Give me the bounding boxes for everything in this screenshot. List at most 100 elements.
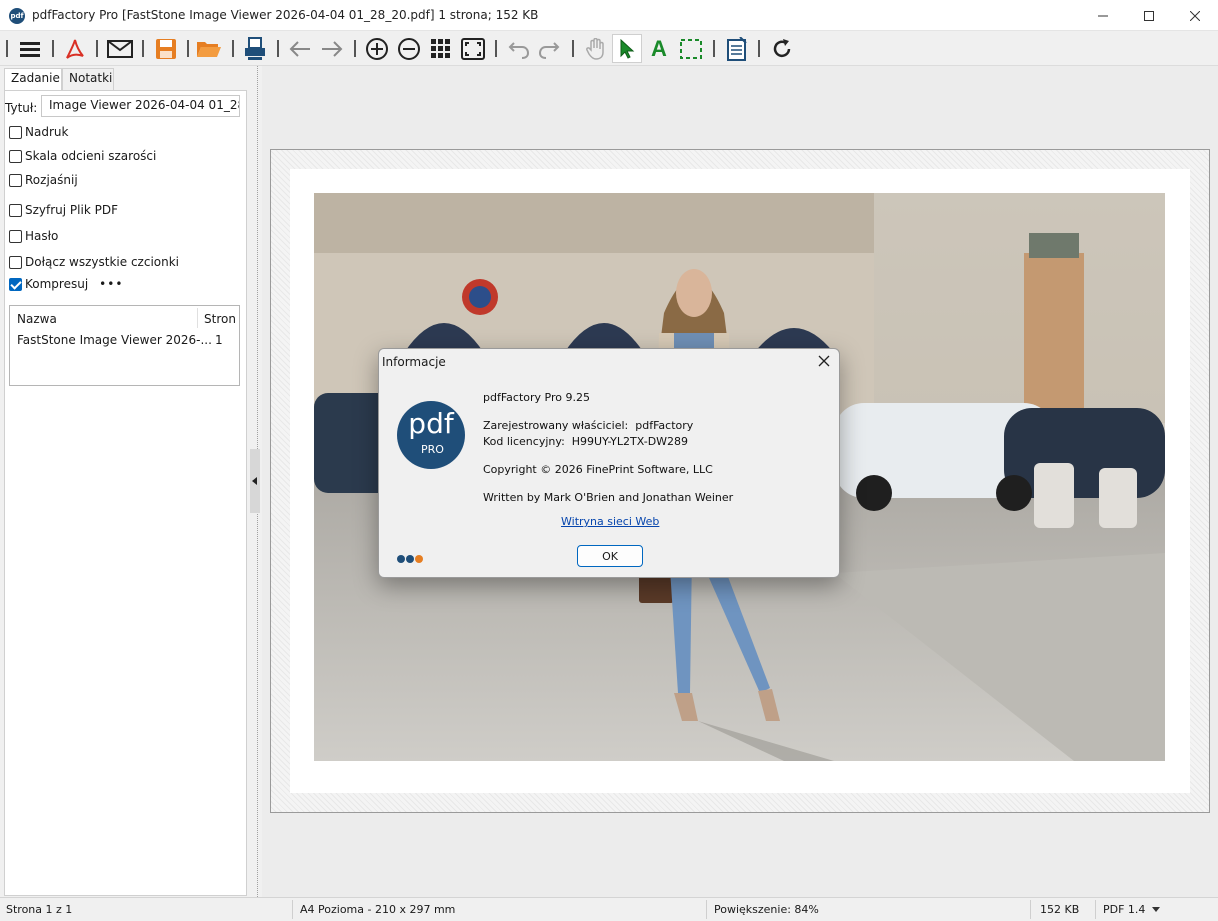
option-label: Rozjaśnij xyxy=(25,173,78,187)
zoom-level: Powiększenie: 84% xyxy=(714,903,819,916)
embed-fonts-checkbox[interactable] xyxy=(9,255,22,269)
file-pages: 1 xyxy=(215,333,223,347)
grid-icon xyxy=(431,38,450,58)
collapse-left-icon xyxy=(252,477,257,485)
option-embed-fonts[interactable]: Dołącz wszystkie czcionki xyxy=(9,254,179,270)
encrypt-checkbox[interactable] xyxy=(9,203,22,217)
toolbar-separator xyxy=(142,40,144,57)
option-lighten[interactable]: Rozjaśnij xyxy=(9,172,78,188)
brand-dot xyxy=(415,555,423,563)
page-settings-icon xyxy=(727,36,747,61)
toolbar-separator xyxy=(96,40,98,57)
lighten-checkbox[interactable] xyxy=(9,173,22,187)
print-button[interactable] xyxy=(240,34,270,63)
undo-icon xyxy=(508,41,530,59)
text-tool-icon: A xyxy=(651,35,667,61)
refresh-button[interactable] xyxy=(767,34,797,63)
pdf-version-value: PDF 1.4 xyxy=(1103,903,1146,916)
save-button[interactable] xyxy=(151,34,181,63)
tab-notatki[interactable]: Notatki xyxy=(62,68,114,90)
compress-settings-button[interactable]: ••• xyxy=(99,277,123,291)
compress-checkbox[interactable] xyxy=(9,277,22,291)
toolbar-separator xyxy=(495,40,497,57)
column-header-name[interactable]: Nazwa xyxy=(17,312,57,326)
owner-value: pdfFactory xyxy=(635,419,694,432)
open-button[interactable] xyxy=(194,34,224,63)
option-password[interactable]: Hasło xyxy=(9,228,58,244)
nadruk-checkbox[interactable] xyxy=(9,125,22,139)
close-button[interactable] xyxy=(1172,0,1218,31)
job-panel: Zadanie Notatki Tytuł: Image Viewer 2026… xyxy=(0,66,262,897)
email-icon xyxy=(107,39,133,58)
maximize-button[interactable] xyxy=(1126,0,1172,31)
marquee-tool-button[interactable] xyxy=(676,34,706,63)
redo-button[interactable] xyxy=(534,34,564,63)
option-grayscale[interactable]: Skala odcieni szarości xyxy=(9,148,156,164)
menu-button[interactable] xyxy=(15,34,45,63)
logo-sub-text: PRO xyxy=(421,443,444,456)
grayscale-checkbox[interactable] xyxy=(9,149,22,163)
status-separator xyxy=(1095,900,1096,919)
product-version: pdfFactory Pro 9.25 xyxy=(483,391,590,404)
status-separator xyxy=(706,900,707,919)
page-settings-button[interactable] xyxy=(722,34,752,63)
owner-label: Zarejestrowany właściciel: xyxy=(483,419,629,432)
logo-main-text: pdf xyxy=(408,407,454,440)
option-nadruk[interactable]: Nadruk xyxy=(9,124,68,140)
option-label: Nadruk xyxy=(25,125,69,139)
minimize-button[interactable] xyxy=(1080,0,1126,31)
status-bar: Strona 1 z 1 A4 Pozioma - 210 x 297 mm P… xyxy=(0,897,1218,921)
redo-icon xyxy=(538,41,560,59)
authors: Written by Mark O'Brien and Jonathan Wei… xyxy=(483,491,734,504)
refresh-icon xyxy=(773,38,791,57)
toolbar-separator xyxy=(572,40,574,57)
pdf-version-select[interactable]: PDF 1.4 xyxy=(1103,903,1160,916)
select-tool-button[interactable] xyxy=(612,34,642,63)
close-icon xyxy=(1190,10,1200,21)
text-tool-button[interactable]: A xyxy=(644,34,674,63)
option-compress[interactable]: Kompresuj ••• xyxy=(9,276,123,292)
zoom-out-icon xyxy=(398,37,420,60)
website-link[interactable]: Witryna sieci Web xyxy=(561,515,659,528)
back-icon xyxy=(289,40,310,57)
option-label: Szyfruj Plik PDF xyxy=(25,203,118,217)
column-divider xyxy=(197,308,198,328)
pdf-icon xyxy=(66,39,84,59)
fit-page-button[interactable] xyxy=(458,34,488,63)
title-field[interactable]: Image Viewer 2026-04-04 01_28_20 xyxy=(41,95,240,117)
chevron-down-icon xyxy=(1151,907,1160,912)
copyright: Copyright © 2026 FinePrint Software, LLC xyxy=(483,463,713,476)
hand-icon xyxy=(586,37,604,60)
pdf-button[interactable] xyxy=(60,34,90,63)
status-separator xyxy=(1030,900,1031,919)
collapse-panel-handle[interactable] xyxy=(250,449,260,513)
undo-button[interactable] xyxy=(504,34,534,63)
brand-dot xyxy=(397,555,405,563)
toolbar-separator xyxy=(187,40,189,57)
hand-tool-button[interactable] xyxy=(581,34,611,63)
toolbar-separator xyxy=(354,40,356,57)
status-separator xyxy=(292,900,293,919)
option-encrypt[interactable]: Szyfruj Plik PDF xyxy=(9,202,118,218)
toolbar: A xyxy=(0,31,1218,66)
license-value: H99UY-YL2TX-DW289 xyxy=(571,435,689,448)
toolbar-separator xyxy=(758,40,760,57)
dialog-close-button[interactable] xyxy=(817,354,831,368)
maximize-icon xyxy=(1144,10,1154,21)
zoom-in-icon xyxy=(366,37,388,60)
option-label: Hasło xyxy=(25,229,59,243)
tab-zadanie[interactable]: Zadanie xyxy=(4,68,62,91)
column-header-pages[interactable]: Stron xyxy=(204,312,236,326)
thumbnails-button[interactable] xyxy=(426,34,456,63)
file-list: Nazwa Stron FastStone Image Viewer 2026-… xyxy=(9,305,240,386)
password-checkbox[interactable] xyxy=(9,229,22,243)
ok-button[interactable]: OK xyxy=(577,545,643,567)
fit-page-icon xyxy=(461,37,485,60)
back-button[interactable] xyxy=(285,34,315,63)
title-label: Tytuł: xyxy=(5,101,38,115)
zoom-out-button[interactable] xyxy=(394,34,424,63)
email-button[interactable] xyxy=(105,34,135,63)
zoom-in-button[interactable] xyxy=(362,34,392,63)
forward-button[interactable] xyxy=(317,34,347,63)
dialog-title: Informacje xyxy=(382,355,446,369)
